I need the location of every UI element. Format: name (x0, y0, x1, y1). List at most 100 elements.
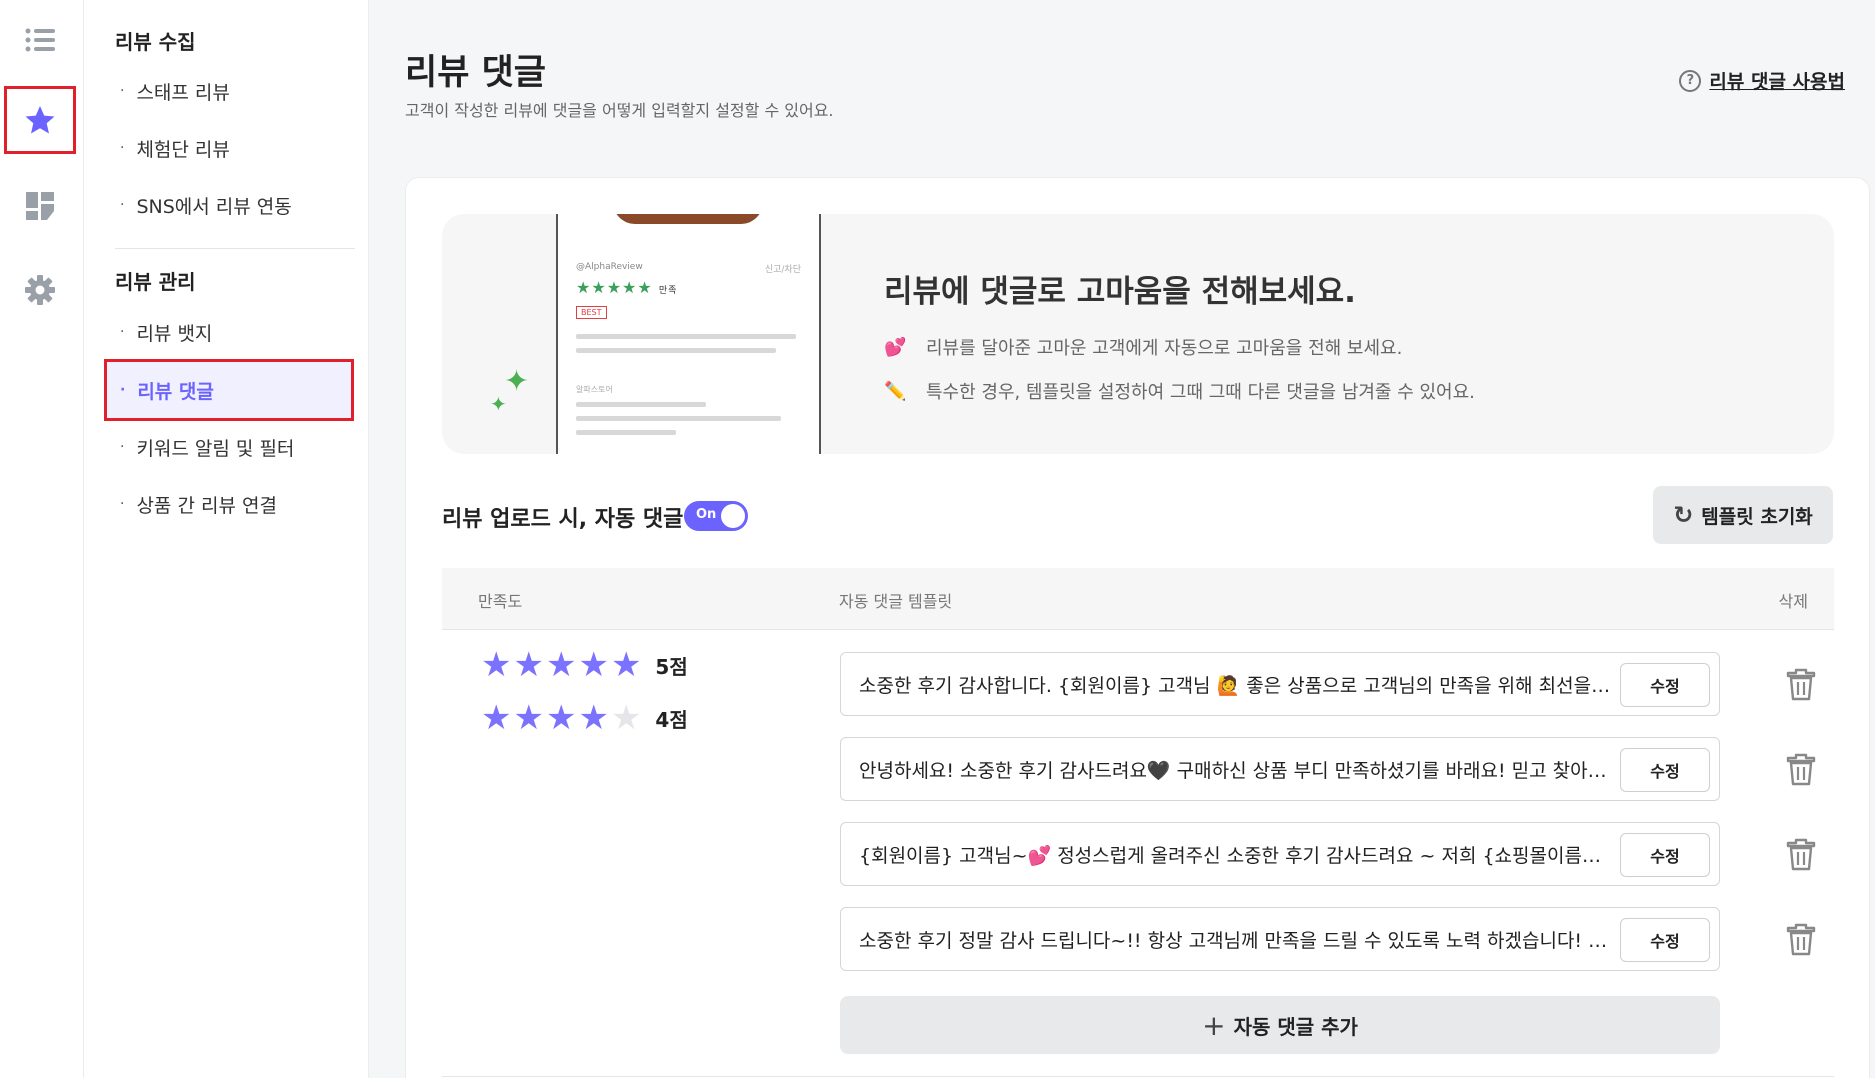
phone-username: @AlphaReview (576, 262, 643, 272)
phone-rating-text: 만족 (658, 286, 678, 296)
reset-template-label: 템플릿 초기화 (1701, 505, 1813, 528)
hearts-icon: 💕 (884, 336, 907, 358)
star-icon: ★ (481, 645, 512, 685)
settings-card: ✦ ✦ @AlphaReview 신고/차단 ★★★★★ 만족 BEST 알파스… (405, 177, 1870, 1078)
star-icon (25, 106, 55, 134)
review-menu-button[interactable] (4, 86, 76, 154)
rating-score-label: 5점 (655, 654, 688, 679)
product-image (613, 214, 763, 224)
subnav-item-label: 리뷰 댓글 (137, 380, 214, 403)
star-icon: ★ (481, 698, 512, 738)
subnav-item-label: SNS에서 리뷰 연동 (136, 195, 292, 218)
subnav-item-label: 상품 간 리뷰 연결 (136, 494, 277, 517)
pencil-icon: ✏️ (884, 380, 907, 402)
bullet-icon: · (120, 324, 125, 340)
icon-rail (0, 0, 84, 1078)
column-header-template: 자동 댓글 템플릿 (839, 592, 953, 611)
star-empty-icon: ★ (610, 698, 642, 738)
auto-comment-label: 리뷰 업로드 시, 자동 댓글 (442, 507, 684, 532)
sparkle-icon: ✦ (504, 364, 530, 399)
subnav-item-experience-review[interactable]: · 체험단 리뷰 (104, 119, 354, 177)
list-menu-button[interactable] (4, 6, 76, 74)
phone-rating-stars: ★★★★★ 만족 (576, 278, 678, 297)
edit-template-button[interactable]: 수정 (1620, 833, 1710, 877)
subnav-item-staff-review[interactable]: · 스태프 리뷰 (104, 62, 354, 120)
trash-icon[interactable] (1785, 836, 1817, 872)
bullet-icon: · (120, 140, 125, 156)
toggle-knob (721, 504, 745, 528)
bullet-icon: · (120, 496, 125, 512)
subnav-item-review-badge[interactable]: · 리뷰 뱃지 (104, 303, 354, 361)
comment-text-line (576, 402, 706, 407)
sparkle-small-icon: ✦ (490, 392, 507, 416)
banner-line-text: 특수한 경우, 템플릿을 설정하여 그때 그때 다른 댓글을 남겨줄 수 있어요… (926, 382, 1475, 403)
edit-template-button[interactable]: 수정 (1620, 748, 1710, 792)
sub-navigation: 리뷰 수집 · 스태프 리뷰 · 체험단 리뷰 · SNS에서 리뷰 연동 리뷰… (84, 0, 369, 1078)
edit-template-button[interactable]: 수정 (1620, 663, 1710, 707)
star-icon: ★ (610, 645, 642, 685)
info-banner: ✦ ✦ @AlphaReview 신고/차단 ★★★★★ 만족 BEST 알파스… (442, 214, 1834, 454)
star-icon: ★ (545, 698, 577, 738)
template-row: 안녕하세요! 소중한 후기 감사드려요🖤 구매하신 상품 부디 만족하셨기를 바… (840, 737, 1720, 801)
subnav-item-review-link[interactable]: · 상품 간 리뷰 연결 (104, 475, 354, 533)
subnav-item-label: 스태프 리뷰 (136, 81, 230, 104)
bullet-icon: · (120, 83, 125, 99)
reset-template-button[interactable]: ↻ 템플릿 초기화 (1653, 486, 1833, 544)
subnav-item-keyword-alert[interactable]: · 키워드 알림 및 필터 (104, 418, 354, 476)
list-icon (25, 28, 55, 52)
template-text: 안녕하세요! 소중한 후기 감사드려요🖤 구매하신 상품 부디 만족하셨기를 바… (859, 759, 1611, 782)
rating-5-stars[interactable]: ★ ★ ★ ★ ★ 5점 (481, 648, 688, 682)
rating-score-label: 4점 (655, 707, 688, 732)
column-header-rating: 만족도 (478, 592, 523, 611)
refresh-icon: ↻ (1673, 501, 1694, 529)
rating-4-stars[interactable]: ★ ★ ★ ★ ★ 4점 (481, 701, 688, 735)
subnav-item-sns-review[interactable]: · SNS에서 리뷰 연동 (104, 176, 354, 234)
banner-line-text: 리뷰를 달아준 고마운 고객에게 자동으로 고마움을 전해 보세요. (926, 338, 1403, 359)
star-icon: ★ (578, 645, 609, 685)
template-row: {회원이름} 고객님~💕 정성스럽게 올려주신 소중한 후기 감사드려요 ~ 저… (840, 822, 1720, 886)
gear-icon (25, 275, 55, 305)
add-auto-comment-button[interactable]: + 자동 댓글 추가 (840, 996, 1720, 1054)
banner-title: 리뷰에 댓글로 고마움을 전해보세요. (884, 274, 1356, 310)
auto-comment-toggle[interactable]: On (684, 501, 748, 531)
dashboard-icon (26, 192, 54, 220)
help-link[interactable]: ? 리뷰 댓글 사용법 (1679, 67, 1845, 94)
bullet-icon: · (120, 439, 125, 455)
page-description: 고객이 작성한 리뷰에 댓글을 어떻게 입력할지 설정할 수 있어요. (405, 101, 834, 120)
settings-menu-button[interactable] (4, 256, 76, 324)
template-text: {회원이름} 고객님~💕 정성스럽게 올려주신 소중한 후기 감사드려요 ~ 저… (859, 844, 1611, 867)
phone-illustration: @AlphaReview 신고/차단 ★★★★★ 만족 BEST 알파스토어 (556, 214, 821, 454)
review-text-line (576, 334, 796, 339)
help-link-label: 리뷰 댓글 사용법 (1709, 71, 1845, 93)
comment-text-line (576, 430, 676, 435)
page-title: 리뷰 댓글 (405, 53, 546, 93)
template-row: 소중한 후기 감사합니다. {회원이름} 고객님 🙋 좋은 상품으로 고객님의 … (840, 652, 1720, 716)
subnav-divider (115, 248, 355, 249)
subnav-item-review-comment[interactable]: · 리뷰 댓글 (104, 359, 354, 421)
phone-shop-label: 알파스토어 (576, 385, 613, 394)
template-row: 소중한 후기 정말 감사 드립니다~!! 항상 고객님께 만족을 드릴 수 있도… (840, 907, 1720, 971)
trash-icon[interactable] (1785, 751, 1817, 787)
star-icon: ★ (513, 645, 544, 685)
add-auto-comment-label: 자동 댓글 추가 (1233, 1014, 1358, 1039)
toggle-state-label: On (696, 507, 717, 522)
star-icon: ★ (545, 645, 577, 685)
star-icon: ★ (513, 698, 544, 738)
trash-icon[interactable] (1785, 666, 1817, 702)
star-icon: ★ (578, 698, 609, 738)
comment-text-line (576, 416, 781, 421)
dashboard-menu-button[interactable] (4, 172, 76, 240)
help-icon: ? (1679, 69, 1702, 92)
subnav-item-label: 리뷰 뱃지 (136, 322, 213, 345)
edit-template-button[interactable]: 수정 (1620, 918, 1710, 962)
bullet-icon: · (120, 197, 125, 213)
table-header: 만족도 자동 댓글 템플릿 삭제 (442, 568, 1834, 630)
plus-icon: + (1202, 1008, 1226, 1042)
bullet-icon: · (120, 382, 126, 398)
phone-report-label: 신고/차단 (764, 265, 801, 275)
trash-icon[interactable] (1785, 921, 1817, 957)
column-header-delete: 삭제 (1778, 592, 1808, 611)
section-divider (442, 1076, 1834, 1077)
template-text: 소중한 후기 정말 감사 드립니다~!! 항상 고객님께 만족을 드릴 수 있도… (859, 929, 1611, 952)
banner-line-2: ✏️ 특수한 경우, 템플릿을 설정하여 그때 그때 다른 댓글을 남겨줄 수 … (884, 378, 1475, 404)
